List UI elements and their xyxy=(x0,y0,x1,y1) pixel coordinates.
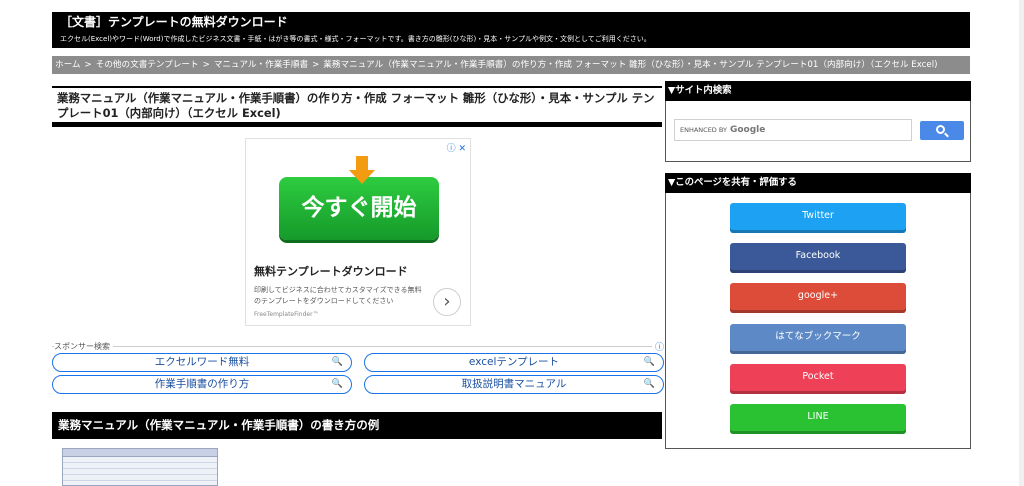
ad-brand: FreeTemplateFinder™ xyxy=(254,311,319,318)
sponsored-search-label: スポンサー検索 xyxy=(54,341,113,352)
sponsored-search: スポンサー検索 ⓘ エクセルワード無料 🔍 excelテンプレート 🔍 作業手順… xyxy=(52,340,664,396)
share-heading: ▼このページを共有・評価する xyxy=(665,173,971,193)
search-icon xyxy=(936,125,945,134)
site-description: エクセル(Excel)やワード(Word)で作成したビジネス文書・手紙・はがき等… xyxy=(60,35,651,43)
sponsored-link-label: エクセルワード無料 xyxy=(154,356,250,368)
sponsored-link-excel-word-free[interactable]: エクセルワード無料 🔍 xyxy=(52,353,352,372)
site-search-input[interactable]: ENHANCED BY Google xyxy=(674,119,912,141)
site-search-button[interactable] xyxy=(920,121,964,140)
page: ［文書］テンプレートの無料ダウンロード エクセル(Excel)やワード(Word… xyxy=(0,0,1024,486)
site-search-heading: ▼サイト内検索 xyxy=(665,81,971,101)
search-icon: 🔍 xyxy=(331,379,343,389)
sponsored-link-label: 作業手順書の作り方 xyxy=(154,378,250,390)
google-logo: Google xyxy=(729,125,766,135)
breadcrumb-separator: > xyxy=(84,60,92,70)
sponsored-link-label: excelテンプレート xyxy=(468,356,560,368)
breadcrumb-separator: > xyxy=(312,60,320,70)
site-search-widget: ENHANCED BY Google xyxy=(665,101,971,162)
share-line-button[interactable]: LINE xyxy=(730,404,906,434)
sponsored-link-procedure-howto[interactable]: 作業手順書の作り方 🔍 xyxy=(52,375,352,394)
sponsored-link-label: 取扱説明書マニュアル xyxy=(461,378,567,390)
share-pocket-button[interactable]: Pocket xyxy=(730,364,906,394)
share-googleplus-button[interactable]: google+ xyxy=(730,283,906,313)
share-hatena-bookmark-button[interactable]: はてなブックマーク xyxy=(730,324,906,354)
sponsored-link-excel-template[interactable]: excelテンプレート 🔍 xyxy=(364,353,664,372)
chevron-right-icon[interactable]: › xyxy=(433,288,461,316)
ad-body-text: 印刷してビジネスに合わせてカスタマイズできる無料のテンプレートをダウンロードして… xyxy=(254,286,422,305)
share-twitter-button[interactable]: Twitter xyxy=(730,203,906,233)
breadcrumb-home[interactable]: ホーム xyxy=(55,60,81,70)
spreadsheet-header xyxy=(63,449,217,457)
breadcrumb-separator: > xyxy=(202,60,210,70)
spreadsheet-row xyxy=(63,475,217,481)
page-title: 業務マニュアル（作業マニュアル・作業手順書）の作り方・作成 フォーマット 雛形（… xyxy=(52,86,662,127)
section-title: 業務マニュアル（作業マニュアル・作業手順書）の書き方の例 xyxy=(52,412,662,439)
ad-headline[interactable]: 無料テンプレートダウンロード xyxy=(254,263,408,279)
search-icon: 🔍 xyxy=(643,357,655,367)
breadcrumb-other-templates[interactable]: その他の文書テンプレート xyxy=(96,60,199,70)
spreadsheet-preview-image[interactable] xyxy=(62,448,218,486)
breadcrumb-current-page: 業務マニュアル（作業マニュアル・作業手順書）の作り方・作成 フォーマット 雛形（… xyxy=(323,60,938,70)
site-header: ［文書］テンプレートの無料ダウンロード エクセル(Excel)やワード(Word… xyxy=(52,12,970,48)
info-icon[interactable]: ⓘ xyxy=(655,340,664,353)
breadcrumb: ホーム > その他の文書テンプレート > マニュアル・作業手順書 > 業務マニュアル（作業マ… xyxy=(52,56,970,74)
breadcrumb-manual-category[interactable]: マニュアル・作業手順書 xyxy=(214,60,308,70)
ad-info-close-icon[interactable]: ⓘ ✕ xyxy=(447,141,466,154)
page-scrollbar[interactable] xyxy=(1019,0,1024,486)
share-facebook-button[interactable]: Facebook xyxy=(730,243,906,273)
divider xyxy=(52,346,652,347)
search-icon: 🔍 xyxy=(331,357,343,367)
share-widget: Twitter Facebook google+ はてなブックマーク Pocke… xyxy=(665,193,971,449)
sponsored-link-instruction-manual[interactable]: 取扱説明書マニュアル 🔍 xyxy=(364,375,664,394)
search-enhanced-by: ENHANCED BY xyxy=(680,126,727,134)
ad-banner[interactable]: ⓘ ✕ 今すぐ開始 無料テンプレートダウンロード 印刷してビジネスに合わせてカス… xyxy=(245,138,471,326)
search-icon: 🔍 xyxy=(643,379,655,389)
site-title[interactable]: ［文書］テンプレートの無料ダウンロード xyxy=(60,15,962,30)
ad-start-button[interactable]: 今すぐ開始 xyxy=(279,177,439,240)
arrow-down-icon xyxy=(349,156,375,184)
